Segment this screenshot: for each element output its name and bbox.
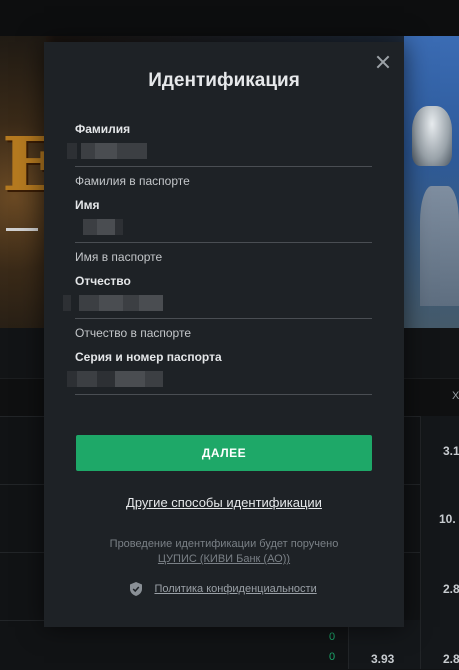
surname-underline bbox=[75, 166, 372, 167]
privacy-policy-link[interactable]: Политика конфиденциальности bbox=[154, 583, 316, 595]
surname-value-blurred bbox=[67, 142, 372, 160]
modal-title: Идентификация bbox=[148, 70, 300, 91]
odd-value: 10. bbox=[439, 512, 456, 526]
passport-number-label: Серия и номер паспорта bbox=[75, 350, 222, 364]
odd-cell[interactable]: 3.1 bbox=[420, 416, 459, 484]
odd-cell[interactable]: 10. bbox=[420, 484, 459, 552]
identification-modal: Идентификация Фамилия Фамилия в паспорте… bbox=[44, 42, 404, 627]
player-arm-image bbox=[420, 186, 459, 306]
surname-label: Фамилия bbox=[75, 122, 131, 136]
top-bar bbox=[0, 0, 459, 36]
name-underline bbox=[75, 242, 372, 243]
passport-number-underline bbox=[75, 394, 372, 395]
name-field[interactable]: Имя Имя в паспорте bbox=[75, 198, 372, 264]
odd-value: 2.8 bbox=[443, 652, 459, 666]
name-hint: Имя в паспорте bbox=[75, 250, 163, 264]
close-icon[interactable] bbox=[374, 54, 392, 72]
passport-number-field[interactable]: Серия и номер паспорта bbox=[67, 350, 372, 395]
name-value-blurred bbox=[75, 218, 372, 236]
delegation-info-text: Проведение идентификации будет поручено bbox=[109, 538, 339, 550]
patronymic-label: Отчество bbox=[75, 274, 131, 288]
delegation-info: Проведение идентификации будет поручено … bbox=[44, 537, 404, 567]
odd-cell[interactable]: 2.8 bbox=[420, 552, 459, 620]
patronymic-hint: Отчество в паспорте bbox=[75, 326, 191, 340]
odd-cell[interactable]: 2.8 bbox=[420, 620, 459, 669]
next-button[interactable]: ДАЛЕЕ bbox=[76, 435, 372, 471]
passport-number-value-blurred bbox=[67, 370, 372, 388]
patronymic-value-blurred bbox=[63, 294, 372, 312]
odd-cell[interactable]: 3.93 bbox=[348, 620, 421, 669]
odd-value: 2.8 bbox=[443, 582, 459, 596]
cupis-link[interactable]: ЦУПИС (КИВИ Банк (АО)) bbox=[158, 553, 290, 565]
name-label: Имя bbox=[75, 198, 100, 212]
small-value: 0 bbox=[329, 631, 336, 643]
trophy-image bbox=[412, 106, 452, 166]
patronymic-field[interactable]: Отчество Отчество в паспорте bbox=[63, 274, 372, 340]
patronymic-underline bbox=[75, 318, 372, 319]
surname-field[interactable]: Фамилия Фамилия в паспорте bbox=[67, 122, 372, 188]
other-identification-methods-link[interactable]: Другие способы идентификации bbox=[44, 495, 404, 510]
odd-value: 3.93 bbox=[371, 652, 395, 666]
shield-check-icon bbox=[130, 581, 142, 596]
banner-underline bbox=[6, 228, 38, 231]
banner-letter: E bbox=[2, 122, 59, 208]
privacy-row: Политика конфиденциальности bbox=[130, 580, 317, 596]
surname-hint: Фамилия в паспорте bbox=[75, 174, 190, 188]
small-value: 0 bbox=[329, 651, 336, 663]
column-header-x: X bbox=[452, 390, 459, 402]
odd-value: 3.1 bbox=[443, 444, 459, 458]
